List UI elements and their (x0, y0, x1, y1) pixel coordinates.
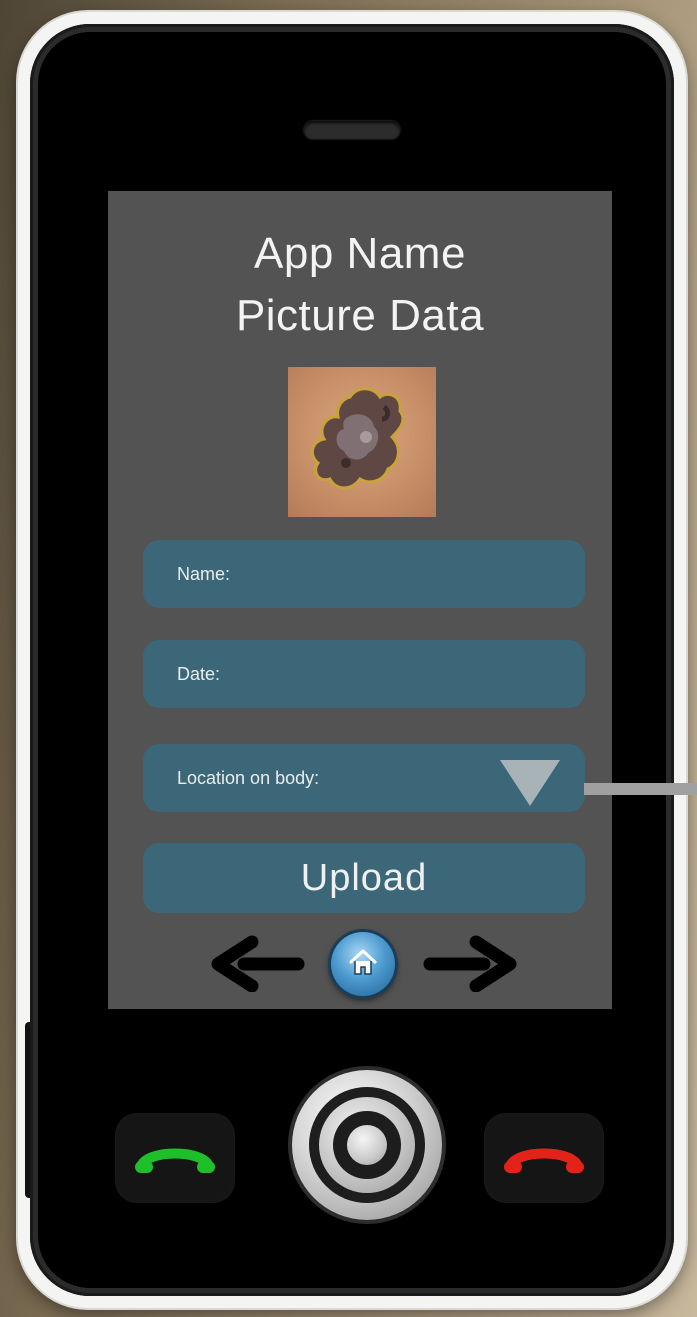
triangle-down-icon[interactable] (500, 760, 560, 806)
name-field-label: Name: (177, 563, 231, 584)
home-icon (349, 949, 377, 975)
center-button-ring-inner (319, 1097, 415, 1193)
center-button-core (347, 1125, 387, 1165)
right-arrow-icon[interactable] (422, 932, 520, 992)
annotation-connector (584, 783, 697, 795)
center-button-ring-dark (333, 1111, 401, 1179)
phone-green-icon (135, 1148, 215, 1173)
skin-lesion-photo (288, 367, 436, 517)
home-button[interactable] (331, 932, 395, 996)
date-field-label: Date: (177, 663, 221, 684)
left-arrow-icon[interactable] (208, 932, 306, 992)
screen-title: Picture Data (235, 291, 485, 340)
speaker-grille (304, 121, 400, 139)
date-field[interactable]: Date: (143, 640, 585, 708)
call-button[interactable] (115, 1113, 235, 1203)
page-title: App Name Picture Data (108, 223, 612, 347)
phone-red-icon (504, 1148, 584, 1173)
name-field[interactable]: Name: (143, 540, 585, 608)
location-dropdown-label: Location on body: (177, 767, 320, 788)
app-name: App Name (254, 229, 466, 278)
center-button-ring (309, 1087, 425, 1203)
app-screen: App Name Picture Data Name: Date: Locati… (108, 191, 612, 1009)
location-dropdown[interactable]: Location on body: (143, 744, 585, 812)
end-call-button[interactable] (484, 1113, 604, 1203)
center-nav-button[interactable] (292, 1070, 442, 1220)
upload-button[interactable]: Upload (143, 843, 585, 913)
